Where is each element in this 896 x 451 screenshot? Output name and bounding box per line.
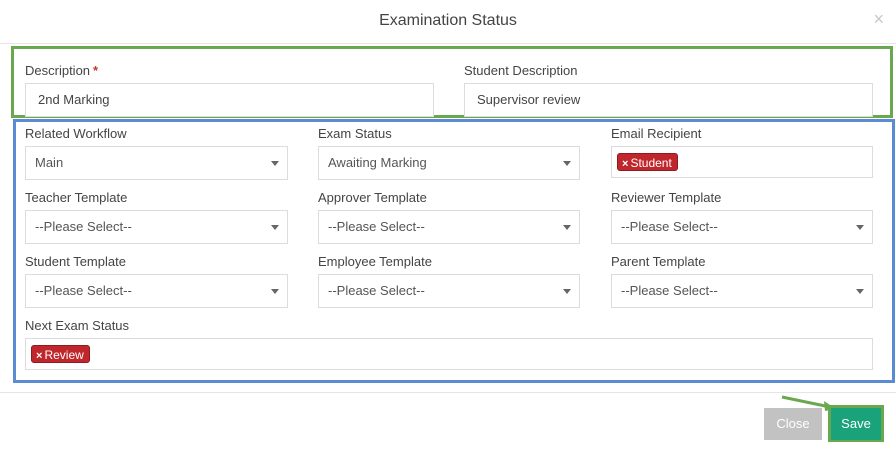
chevron-down-icon xyxy=(856,289,864,294)
next-exam-status-field[interactable]: × Review xyxy=(25,338,873,370)
parent-template-select[interactable]: --Please Select-- xyxy=(611,274,873,308)
required-marker: * xyxy=(93,63,99,78)
modal-header: Examination Status × xyxy=(0,0,896,44)
next-exam-status-label: Next Exam Status xyxy=(25,318,130,333)
close-icon[interactable]: × xyxy=(873,10,884,28)
modal-title: Examination Status xyxy=(379,12,517,29)
student-template-select[interactable]: --Please Select-- xyxy=(25,274,288,308)
save-button[interactable]: Save xyxy=(831,408,881,440)
description-label: Description * xyxy=(25,63,99,78)
email-recipient-field[interactable]: × Student xyxy=(611,146,873,178)
teacher-template-select[interactable]: --Please Select-- xyxy=(25,210,288,244)
remove-tag-icon[interactable]: × xyxy=(36,350,42,362)
reviewer-template-select[interactable]: --Please Select-- xyxy=(611,210,873,244)
chevron-down-icon xyxy=(563,289,571,294)
chevron-down-icon xyxy=(563,225,571,230)
chevron-down-icon xyxy=(563,161,571,166)
tag-review: × Review xyxy=(31,345,90,363)
tag-label: Student xyxy=(630,156,672,170)
student-template-label: Student Template xyxy=(25,254,126,269)
student-template-value: --Please Select-- xyxy=(35,283,132,298)
approver-template-label: Approver Template xyxy=(318,190,427,205)
employee-template-value: --Please Select-- xyxy=(328,283,425,298)
exam-status-label: Exam Status xyxy=(318,126,392,141)
employee-template-label: Employee Template xyxy=(318,254,432,269)
chevron-down-icon xyxy=(856,225,864,230)
related-workflow-label: Related Workflow xyxy=(25,126,127,141)
chevron-down-icon xyxy=(271,289,279,294)
student-description-input[interactable]: Supervisor review xyxy=(464,83,873,117)
reviewer-template-value: --Please Select-- xyxy=(621,219,718,234)
parent-template-value: --Please Select-- xyxy=(621,283,718,298)
teacher-template-label: Teacher Template xyxy=(25,190,128,205)
student-description-label: Student Description xyxy=(464,63,578,78)
description-input[interactable]: 2nd Marking xyxy=(25,83,434,117)
exam-status-value: Awaiting Marking xyxy=(328,155,427,170)
parent-template-label: Parent Template xyxy=(611,254,706,269)
chevron-down-icon xyxy=(271,161,279,166)
footer-divider xyxy=(0,392,896,393)
approver-template-value: --Please Select-- xyxy=(328,219,425,234)
reviewer-template-label: Reviewer Template xyxy=(611,190,722,205)
related-workflow-select[interactable]: Main xyxy=(25,146,288,180)
teacher-template-value: --Please Select-- xyxy=(35,219,132,234)
email-recipient-label: Email Recipient xyxy=(611,126,702,141)
tag-label: Review xyxy=(44,348,84,362)
employee-template-select[interactable]: --Please Select-- xyxy=(318,274,580,308)
related-workflow-value: Main xyxy=(35,155,64,170)
approver-template-select[interactable]: --Please Select-- xyxy=(318,210,580,244)
tag-student: × Student xyxy=(617,153,678,171)
chevron-down-icon xyxy=(271,225,279,230)
exam-status-select[interactable]: Awaiting Marking xyxy=(318,146,580,180)
close-button[interactable]: Close xyxy=(764,408,822,440)
remove-tag-icon[interactable]: × xyxy=(622,158,628,170)
